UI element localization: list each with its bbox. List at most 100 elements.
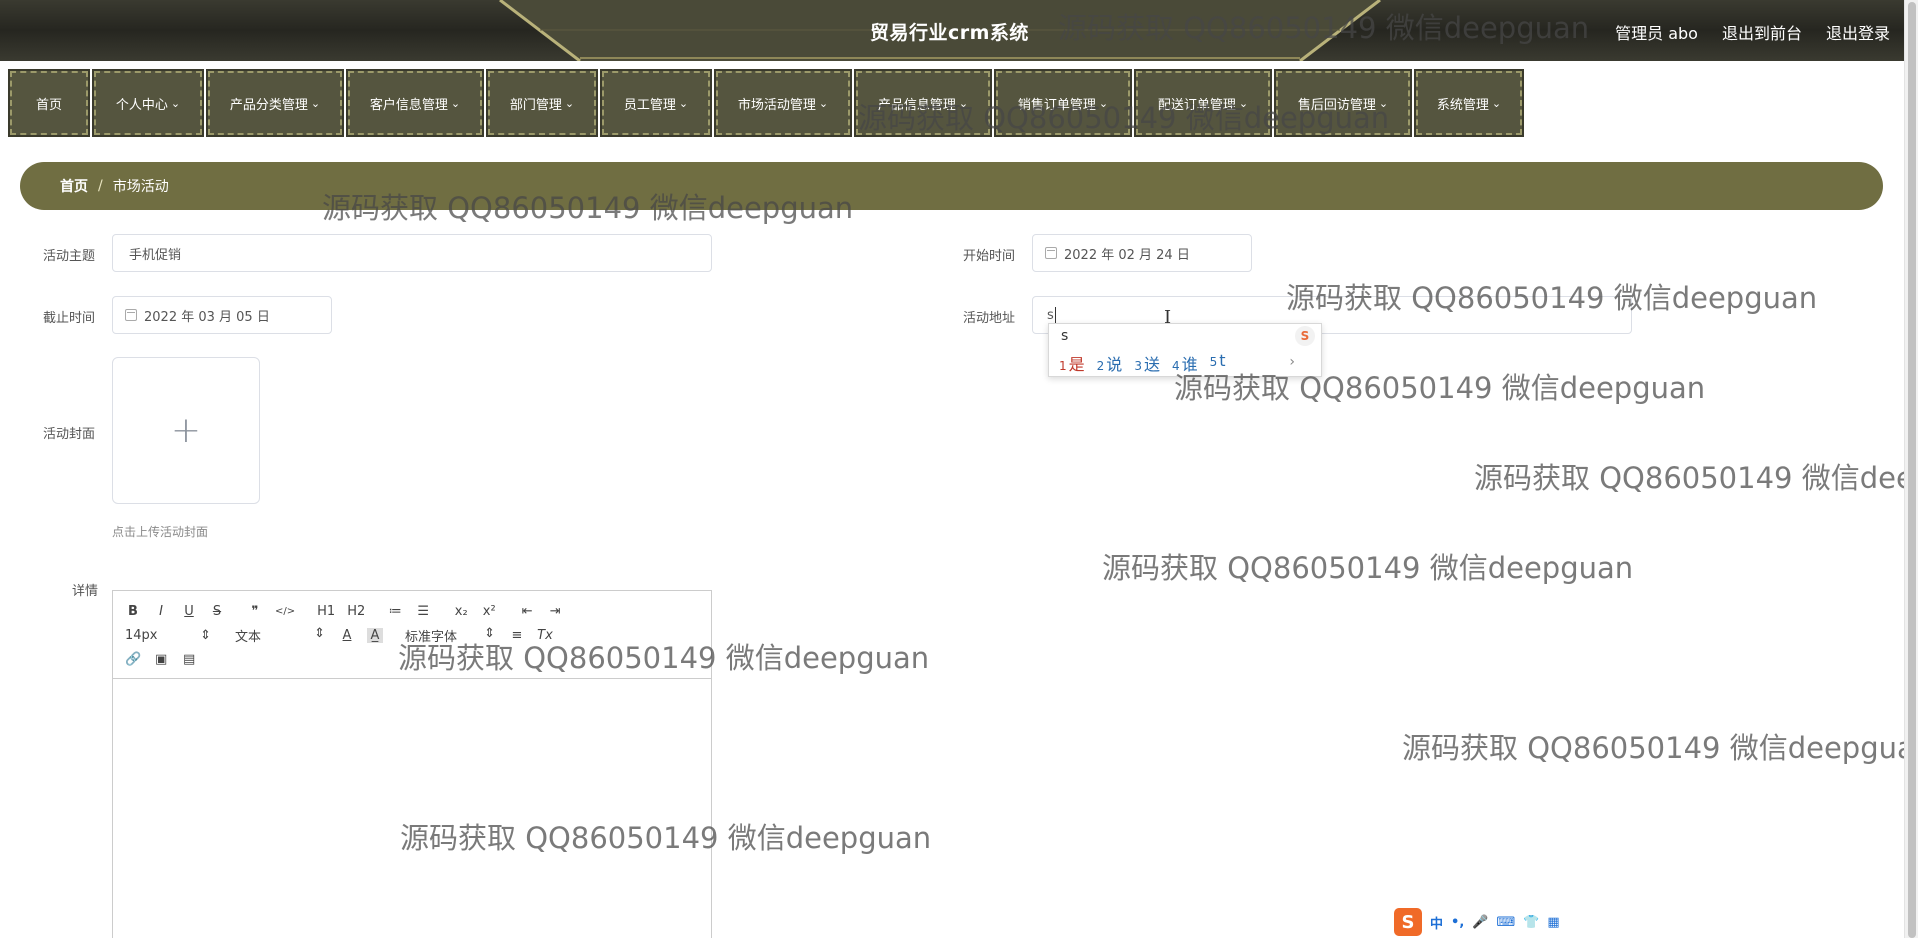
ime-pinyin: s	[1061, 328, 1069, 344]
sogou-logo-icon[interactable]: S	[1394, 908, 1422, 936]
topic-label: 活动主题	[43, 249, 96, 264]
select-arrow-icon: ⇕	[484, 625, 495, 641]
candidate-text: 谁	[1181, 355, 1198, 374]
heading-select[interactable]: 文本 ⇕	[225, 626, 325, 645]
cover-upload[interactable]: +	[112, 357, 260, 504]
image-icon[interactable]: ▣	[153, 652, 169, 667]
indent-button[interactable]: ⇥	[547, 604, 563, 619]
nav-item-customer-info[interactable]: 客户信息管理 ⌄	[346, 69, 484, 137]
candidate-text: t	[1219, 351, 1226, 370]
select-arrow-icon: ⇕	[314, 625, 325, 641]
end-date-value: 2022 年 03 月 05 日	[144, 309, 270, 325]
chevron-down-icon: ⌄	[958, 96, 969, 110]
select-arrow-icon: ⇕	[200, 627, 211, 643]
toolbox-icon[interactable]: ▦	[1547, 915, 1559, 930]
ime-candidate[interactable]: 4谁	[1172, 351, 1198, 375]
ime-punctuation-toggle[interactable]: •,	[1451, 915, 1464, 930]
nav-item-department[interactable]: 部门管理 ⌄	[486, 69, 598, 137]
ime-candidate[interactable]: 5t	[1210, 351, 1226, 375]
candidate-text: 是	[1068, 355, 1085, 374]
font-size-select[interactable]: 14px ⇕	[125, 628, 211, 643]
ime-candidate-popup: s 1是 2说 3送 4谁 5t › S	[1048, 323, 1322, 377]
nav-item-delivery-order[interactable]: 配送订单管理 ⌄	[1134, 69, 1272, 137]
topic-value: 手机促销	[129, 247, 182, 263]
mouse-ibeam-cursor-icon: I	[1164, 307, 1172, 328]
ime-candidate[interactable]: 3送	[1134, 351, 1160, 375]
exit-to-frontend-link[interactable]: 退出到前台	[1722, 20, 1802, 44]
ordered-list-button[interactable]: ≔	[387, 604, 403, 619]
chevron-down-icon: ⌄	[170, 96, 181, 110]
nav-item-home[interactable]: 首页	[8, 69, 90, 137]
watermark: 源码获取 QQ86050149 微信deepguan	[1402, 731, 1918, 765]
calendar-icon	[1045, 247, 1057, 259]
ime-candidate-list: 1是 2说 3送 4谁 5t	[1059, 351, 1226, 375]
blockquote-button[interactable]: ❞	[247, 604, 263, 619]
cover-upload-hint: 点击上传活动封面	[112, 525, 209, 539]
link-icon[interactable]: 🔗	[125, 652, 141, 667]
keyboard-icon[interactable]: ⌨	[1496, 915, 1515, 930]
nav-label: 销售订单管理	[1017, 97, 1096, 113]
vertical-scrollbar[interactable]	[1904, 0, 1918, 938]
logout-link[interactable]: 退出登录	[1826, 20, 1890, 44]
end-date-picker[interactable]: 2022 年 03 月 05 日	[112, 296, 332, 334]
subscript-button[interactable]: x₂	[453, 604, 469, 619]
font-family-value: 标准字体	[405, 629, 458, 645]
clear-format-button[interactable]: Tx	[537, 628, 553, 643]
ime-next-page-icon[interactable]: ›	[1289, 354, 1295, 370]
header2-button[interactable]: H2	[347, 604, 365, 619]
chevron-down-icon: ⌄	[1491, 96, 1502, 110]
bold-button[interactable]: B	[125, 604, 141, 619]
chevron-down-icon: ⌄	[564, 96, 575, 110]
nav-item-sales-order[interactable]: 销售订单管理 ⌄	[994, 69, 1132, 137]
nav-label: 市场活动管理	[737, 97, 816, 113]
topic-input[interactable]: 手机促销	[112, 234, 712, 272]
nav-item-product-category[interactable]: 产品分类管理 ⌄	[206, 69, 344, 137]
video-icon[interactable]: ▤	[181, 652, 197, 667]
end-time-label: 截止时间	[43, 311, 96, 326]
nav-label: 配送订单管理	[1157, 97, 1236, 113]
heading-value: 文本	[235, 629, 262, 645]
top-links: 管理员 abo 退出到前台 退出登录	[1615, 20, 1890, 44]
nav-label: 产品分类管理	[229, 97, 308, 113]
candidate-text: 送	[1143, 355, 1160, 374]
outdent-button[interactable]: ⇤	[519, 604, 535, 619]
nav-label: 产品信息管理	[877, 97, 956, 113]
ime-chinese-mode-toggle[interactable]: 中	[1430, 913, 1443, 932]
font-family-select[interactable]: 标准字体 ⇕	[395, 626, 495, 645]
superscript-button[interactable]: x²	[481, 604, 497, 619]
font-color-button[interactable]: A	[339, 628, 355, 643]
ime-candidate[interactable]: 2说	[1097, 351, 1123, 375]
underline-button[interactable]: U	[181, 604, 197, 619]
nav-item-personal-center[interactable]: 个人中心 ⌄	[92, 69, 204, 137]
nav-item-product-info[interactable]: 产品信息管理 ⌄	[854, 69, 992, 137]
ime-candidate[interactable]: 1是	[1059, 351, 1085, 375]
admin-user-link[interactable]: 管理员 abo	[1615, 20, 1698, 44]
editor-content-area[interactable]	[113, 679, 711, 938]
scrollbar-thumb[interactable]	[1908, 2, 1916, 938]
header1-button[interactable]: H1	[317, 604, 335, 619]
rich-text-editor: B I U S ❞ </> H1 H2 ≔ ☰ x₂ x² ⇤ ⇥ 14px ⇕ …	[112, 590, 712, 938]
editor-toolbar: B I U S ❞ </> H1 H2 ≔ ☰ x₂ x² ⇤ ⇥ 14px ⇕ …	[113, 591, 711, 679]
chevron-down-icon: ⌄	[818, 96, 829, 110]
chevron-down-icon: ⌄	[1238, 96, 1249, 110]
nav-label: 售后回访管理	[1297, 97, 1376, 113]
chevron-down-icon: ⌄	[1378, 96, 1389, 110]
bullet-list-button[interactable]: ☰	[415, 604, 431, 619]
background-color-button[interactable]: A̲	[367, 627, 383, 643]
align-button[interactable]: ≡	[509, 628, 525, 643]
nav-item-marketing-activity[interactable]: 市场活动管理 ⌄	[714, 69, 852, 137]
code-block-button[interactable]: </>	[275, 606, 295, 617]
italic-button[interactable]: I	[153, 604, 169, 619]
microphone-icon[interactable]: 🎤	[1472, 915, 1488, 930]
sogou-logo-icon: S	[1295, 326, 1315, 346]
breadcrumb-home[interactable]: 首页	[60, 176, 88, 196]
nav-item-employee[interactable]: 员工管理 ⌄	[600, 69, 712, 137]
nav-label: 员工管理	[623, 97, 676, 113]
start-date-value: 2022 年 02 月 24 日	[1064, 247, 1190, 263]
nav-item-system[interactable]: 系统管理 ⌄	[1414, 69, 1524, 137]
strike-button[interactable]: S	[209, 604, 225, 619]
skin-icon[interactable]: 👕	[1523, 915, 1539, 930]
start-date-picker[interactable]: 2022 年 02 月 24 日	[1032, 234, 1252, 272]
nav-item-after-sales[interactable]: 售后回访管理 ⌄	[1274, 69, 1412, 137]
candidate-number: 5	[1209, 355, 1218, 369]
